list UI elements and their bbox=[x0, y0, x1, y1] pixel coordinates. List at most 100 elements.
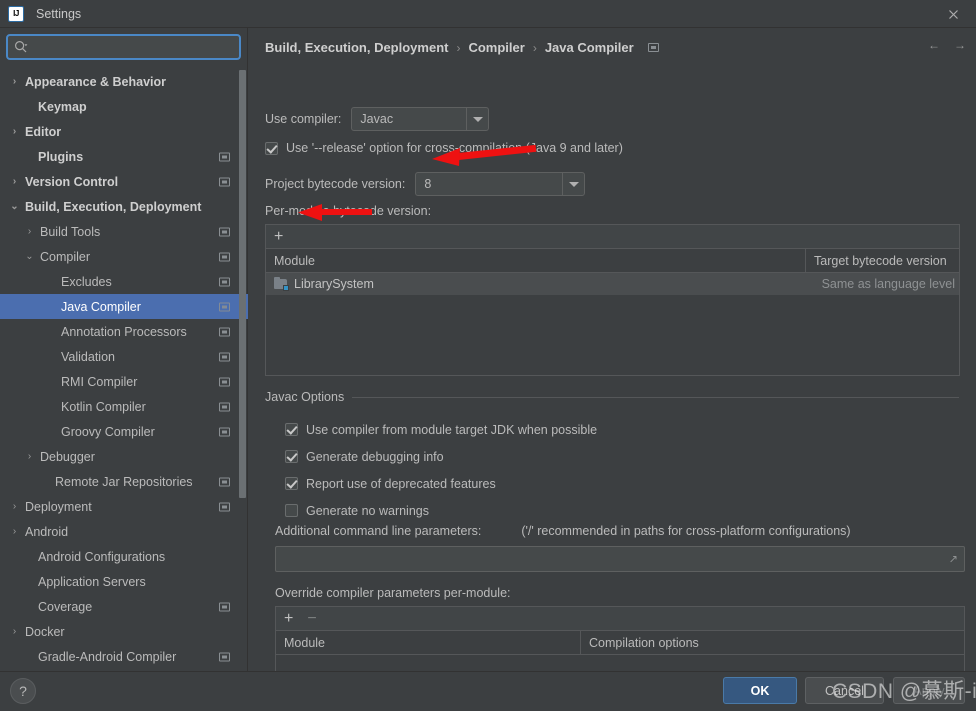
forward-arrow-icon[interactable]: → bbox=[954, 38, 966, 52]
javac-option-checkbox[interactable] bbox=[285, 504, 298, 517]
chevron-down-icon[interactable]: ⌄ bbox=[23, 251, 36, 262]
javac-option-checkbox[interactable] bbox=[285, 423, 298, 436]
chevron-right-icon[interactable]: › bbox=[23, 226, 36, 237]
sidebar-item-validation[interactable]: ›Validation bbox=[0, 344, 248, 369]
sidebar-item-groovy-compiler[interactable]: ›Groovy Compiler bbox=[0, 419, 248, 444]
apply-button[interactable]: Apply bbox=[893, 677, 965, 704]
expand-icon[interactable]: ↗ bbox=[949, 553, 958, 566]
sidebar-item-label: Appearance & Behavior bbox=[25, 74, 167, 89]
release-option-row[interactable]: Use '--release' option for cross-compila… bbox=[265, 141, 623, 155]
target-bytecode-cell[interactable]: Same as language level bbox=[810, 277, 959, 291]
sidebar-item-build-tools[interactable]: › Build Tools bbox=[0, 219, 248, 244]
sidebar-item-label: Validation bbox=[61, 349, 115, 364]
chevron-right-icon[interactable]: › bbox=[8, 626, 21, 637]
column-header-module: Module bbox=[266, 249, 806, 272]
chevron-right-icon[interactable]: › bbox=[8, 501, 21, 512]
settings-tree[interactable]: › Appearance & Behavior ›Keymap › Editor ›Plu… bbox=[0, 66, 248, 671]
group-divider bbox=[352, 396, 959, 398]
use-compiler-label: Use compiler: bbox=[265, 112, 342, 126]
chevron-down-icon[interactable]: ⌄ bbox=[8, 201, 21, 212]
javac-option-row[interactable]: Generate no warnings bbox=[285, 497, 597, 524]
release-option-checkbox[interactable] bbox=[265, 141, 278, 155]
search-input[interactable] bbox=[32, 40, 233, 54]
add-module-button[interactable]: + bbox=[274, 228, 283, 245]
intellij-logo-icon: IJ bbox=[8, 5, 24, 22]
sidebar-item-label: Application Servers bbox=[38, 574, 146, 589]
release-option-label: Use '--release' option for cross-compila… bbox=[286, 141, 623, 155]
sidebar-item-label: Annotation Processors bbox=[61, 324, 187, 339]
sidebar-item-label: Build Tools bbox=[40, 224, 101, 239]
chevron-down-icon[interactable] bbox=[562, 173, 584, 195]
use-compiler-dropdown[interactable]: Javac bbox=[351, 107, 490, 131]
sidebar-scrollbar-track[interactable] bbox=[239, 66, 247, 671]
per-module-label: Per-module bytecode version: bbox=[265, 204, 432, 218]
sidebar-item-excludes[interactable]: ›Excludes bbox=[0, 269, 248, 294]
sidebar-item-gradle-android-compiler[interactable]: ›Gradle-Android Compiler bbox=[0, 644, 248, 669]
module-icon bbox=[274, 277, 289, 291]
settings-dialog: IJ Settings › Appearance & Behavior Keym… bbox=[0, 0, 976, 711]
project-scope-icon bbox=[219, 502, 230, 511]
chevron-right-icon[interactable]: › bbox=[23, 451, 36, 462]
sidebar-item-android[interactable]: › Android bbox=[0, 519, 248, 544]
chevron-down-icon[interactable] bbox=[466, 108, 488, 130]
breadcrumb-item-build[interactable]: Build, Execution, Deployment bbox=[265, 40, 448, 55]
breadcrumb-item-compiler[interactable]: Compiler bbox=[468, 40, 524, 55]
sidebar-scrollbar-thumb[interactable] bbox=[239, 70, 246, 498]
sidebar-item-editor[interactable]: › Editor bbox=[0, 119, 248, 144]
close-icon[interactable] bbox=[930, 0, 976, 28]
project-scope-icon bbox=[219, 302, 230, 311]
chevron-right-icon[interactable]: › bbox=[8, 176, 21, 187]
chevron-right-icon[interactable]: › bbox=[8, 526, 21, 537]
sidebar-item-annotation-processors[interactable]: ›Annotation Processors bbox=[0, 319, 248, 344]
sidebar-item-label: Remote Jar Repositories bbox=[55, 474, 193, 489]
project-bytecode-dropdown[interactable]: 8 bbox=[415, 172, 586, 196]
remove-override-button[interactable]: − bbox=[307, 610, 316, 627]
sidebar-item-kotlin-compiler[interactable]: ›Kotlin Compiler bbox=[0, 394, 248, 419]
add-override-button[interactable]: + bbox=[284, 610, 293, 627]
sidebar-item-application-servers[interactable]: ›Application Servers bbox=[0, 569, 248, 594]
sidebar-item-rmi-compiler[interactable]: ›RMI Compiler bbox=[0, 369, 248, 394]
project-bytecode-value: 8 bbox=[424, 177, 432, 191]
breadcrumb-item-java-compiler[interactable]: Java Compiler bbox=[545, 40, 634, 55]
javac-option-row[interactable]: Use compiler from module target JDK when… bbox=[285, 416, 597, 443]
sidebar-item-label: Editor bbox=[25, 124, 62, 139]
search-box[interactable] bbox=[6, 34, 241, 60]
sidebar-item-build-execution-deployment[interactable]: ⌄ Build, Execution, Deployment bbox=[0, 194, 248, 219]
window-title: Settings bbox=[36, 6, 82, 21]
table-row[interactable]: LibrarySystem Same as language level bbox=[266, 273, 959, 295]
per-module-table-header: Module Target bytecode version bbox=[266, 249, 959, 273]
project-scope-icon bbox=[219, 252, 230, 261]
javac-option-checkbox[interactable] bbox=[285, 477, 298, 490]
help-button[interactable]: ? bbox=[10, 678, 36, 704]
sidebar-item-docker[interactable]: › Docker bbox=[0, 619, 248, 644]
sidebar-item-deployment[interactable]: › Deployment bbox=[0, 494, 248, 519]
sidebar-item-compiler[interactable]: ⌄ Compiler bbox=[0, 244, 248, 269]
per-module-toolbar: + bbox=[266, 225, 959, 249]
sidebar-item-appearance-behavior[interactable]: › Appearance & Behavior bbox=[0, 69, 248, 94]
sidebar-item-label: Deployment bbox=[25, 499, 92, 514]
sidebar-item-java-compiler[interactable]: ›Java Compiler bbox=[0, 294, 248, 319]
additional-params-input[interactable]: ↗ bbox=[275, 546, 965, 572]
javac-option-row[interactable]: Report use of deprecated features bbox=[285, 470, 597, 497]
sidebar-item-keymap[interactable]: ›Keymap bbox=[0, 94, 248, 119]
project-scope-icon bbox=[219, 152, 230, 161]
back-arrow-icon[interactable]: ← bbox=[928, 38, 940, 52]
settings-content-panel: Build, Execution, Deployment › Compiler … bbox=[249, 28, 976, 701]
sidebar-item-plugins[interactable]: ›Plugins bbox=[0, 144, 248, 169]
chevron-right-icon[interactable]: › bbox=[8, 126, 21, 137]
sidebar-item-debugger[interactable]: › Debugger bbox=[0, 444, 248, 469]
sidebar-item-label: Kotlin Compiler bbox=[61, 399, 146, 414]
chevron-right-icon[interactable]: › bbox=[8, 76, 21, 87]
sidebar-item-label: RMI Compiler bbox=[61, 374, 138, 389]
sidebar-item-version-control[interactable]: › Version Control bbox=[0, 169, 248, 194]
ok-button[interactable]: OK bbox=[723, 677, 797, 704]
sidebar-item-remote-jar-repositories[interactable]: ›Remote Jar Repositories bbox=[0, 469, 248, 494]
project-scope-icon bbox=[219, 352, 230, 361]
javac-option-row[interactable]: Generate debugging info bbox=[285, 443, 597, 470]
cancel-button[interactable]: Cancel bbox=[805, 677, 884, 704]
javac-option-checkbox[interactable] bbox=[285, 450, 298, 463]
sidebar-item-android-configurations[interactable]: ›Android Configurations bbox=[0, 544, 248, 569]
column-header-target-bytecode: Target bytecode version bbox=[814, 253, 947, 268]
project-scope-icon bbox=[219, 477, 230, 486]
sidebar-item-coverage[interactable]: ›Coverage bbox=[0, 594, 248, 619]
